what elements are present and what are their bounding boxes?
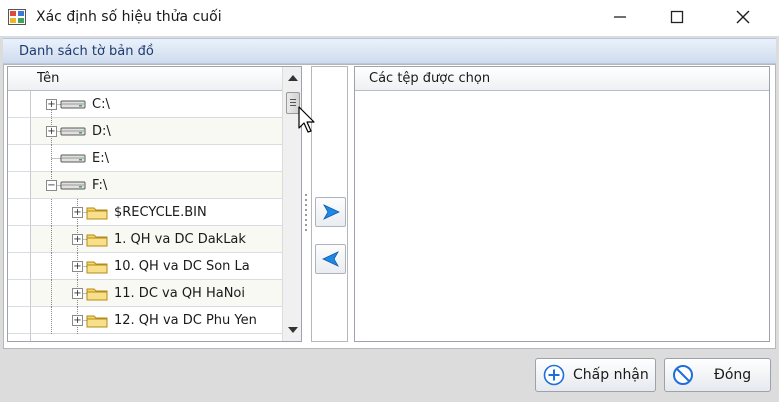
tree-row[interactable]: + $RECYCLE.BIN (8, 199, 282, 226)
tree-row[interactable]: − F:\ (8, 172, 282, 199)
scroll-down-button[interactable] (283, 321, 301, 339)
drive-icon (60, 154, 86, 163)
plus-circle-icon (543, 364, 565, 386)
selected-column-header-label: Các tệp được chọn (369, 71, 491, 86)
tree-row[interactable]: + D:\ (8, 118, 282, 145)
expand-icon[interactable]: + (46, 126, 57, 137)
expand-icon[interactable]: + (72, 288, 83, 299)
tree-row[interactable]: + C:\ (8, 91, 282, 118)
folder-icon (86, 288, 108, 301)
collapse-icon[interactable]: − (46, 180, 57, 191)
row-indicator[interactable] (8, 199, 31, 226)
row-indicator[interactable] (8, 91, 31, 118)
close-button-label: Đóng (714, 367, 752, 383)
row-indicator[interactable] (8, 307, 31, 334)
row-indicator[interactable] (8, 118, 31, 145)
row-indicator[interactable] (8, 280, 31, 307)
expand-icon[interactable]: + (72, 261, 83, 272)
drive-icon (60, 181, 86, 190)
close-icon (736, 10, 750, 24)
tree-row[interactable]: +1. QH va DC DakLak (8, 226, 282, 253)
maximize-icon (670, 10, 684, 24)
tree-item-label: F:\ (92, 178, 108, 193)
title-bar: Xác định số hiệu thửa cuối (0, 0, 779, 36)
scroll-up-button[interactable] (283, 69, 301, 87)
expand-icon[interactable]: + (46, 99, 57, 110)
drive-icon (60, 127, 86, 136)
tree-row[interactable]: E:\ (8, 145, 282, 172)
accept-button-label: Chấp nhận (573, 367, 649, 383)
row-indicator[interactable] (8, 172, 31, 199)
folder-icon (86, 261, 108, 274)
row-indicator[interactable] (8, 253, 31, 280)
group-header: Danh sách tờ bản đồ (3, 38, 776, 64)
row-indicator[interactable] (8, 226, 31, 253)
scroll-down-icon (288, 327, 298, 333)
tree-column-header[interactable]: Tên (31, 67, 282, 91)
tree-item-label: 1. QH va DC DakLak (114, 232, 246, 247)
maximize-button[interactable] (654, 0, 700, 34)
app-icon (8, 9, 26, 25)
accept-button[interactable]: Chấp nhận (535, 358, 656, 392)
tree-row[interactable]: +12. QH va DC Phu Yen (8, 307, 282, 334)
folder-icon (86, 207, 108, 220)
tree-item-label: 10. QH va DC Son La (114, 259, 250, 274)
row-indicator[interactable] (8, 145, 31, 172)
tree-row[interactable]: +10. QH va DC Son La (8, 253, 282, 280)
expand-icon[interactable]: + (72, 207, 83, 218)
tree-item-label: $RECYCLE.BIN (114, 205, 207, 220)
add-to-selected-button[interactable] (315, 197, 346, 227)
mouse-cursor-icon (298, 106, 315, 133)
folder-tree[interactable]: Tên + C:\ + D:\ E:\ − F:\ + $RECYCLE.BIN +1. QH v… (7, 66, 302, 342)
arrow-left-icon (321, 251, 339, 267)
tree-column-header-label: Tên (37, 71, 60, 86)
tree-item-label: C:\ (92, 97, 110, 112)
remove-from-selected-button[interactable] (315, 244, 346, 274)
splitter-grip[interactable] (304, 194, 308, 234)
folder-icon (86, 234, 108, 247)
tree-item-label: E:\ (92, 151, 109, 166)
scroll-up-icon (288, 75, 298, 81)
cancel-circle-icon (673, 365, 693, 385)
group-label: Danh sách tờ bản đồ (19, 44, 154, 59)
selected-column-header[interactable]: Các tệp được chọn (355, 67, 769, 91)
drive-icon (60, 100, 86, 109)
tree-row[interactable]: +11. DC va QH HaNoi (8, 280, 282, 307)
close-button[interactable]: Đóng (664, 358, 771, 392)
window-title: Xác định số hiệu thửa cuối (36, 9, 222, 25)
minimize-button[interactable] (597, 0, 643, 34)
tree-item-label: 12. QH va DC Phu Yen (114, 313, 257, 328)
tree-item-label: 11. DC va QH HaNoi (114, 286, 245, 301)
selected-files-list[interactable]: Các tệp được chọn (354, 66, 770, 342)
folder-icon (86, 315, 108, 328)
expand-icon[interactable]: + (72, 315, 83, 326)
dialog-body: Danh sách tờ bản đồ Tên + C:\ + D:\ E:\ − F:\ +… (0, 36, 779, 402)
close-window-button[interactable] (720, 0, 766, 34)
tree-item-label: D:\ (92, 124, 111, 139)
arrow-right-icon (322, 204, 340, 220)
expand-icon[interactable]: + (72, 234, 83, 245)
minimize-icon (614, 16, 626, 18)
tree-header-corner (8, 67, 31, 91)
